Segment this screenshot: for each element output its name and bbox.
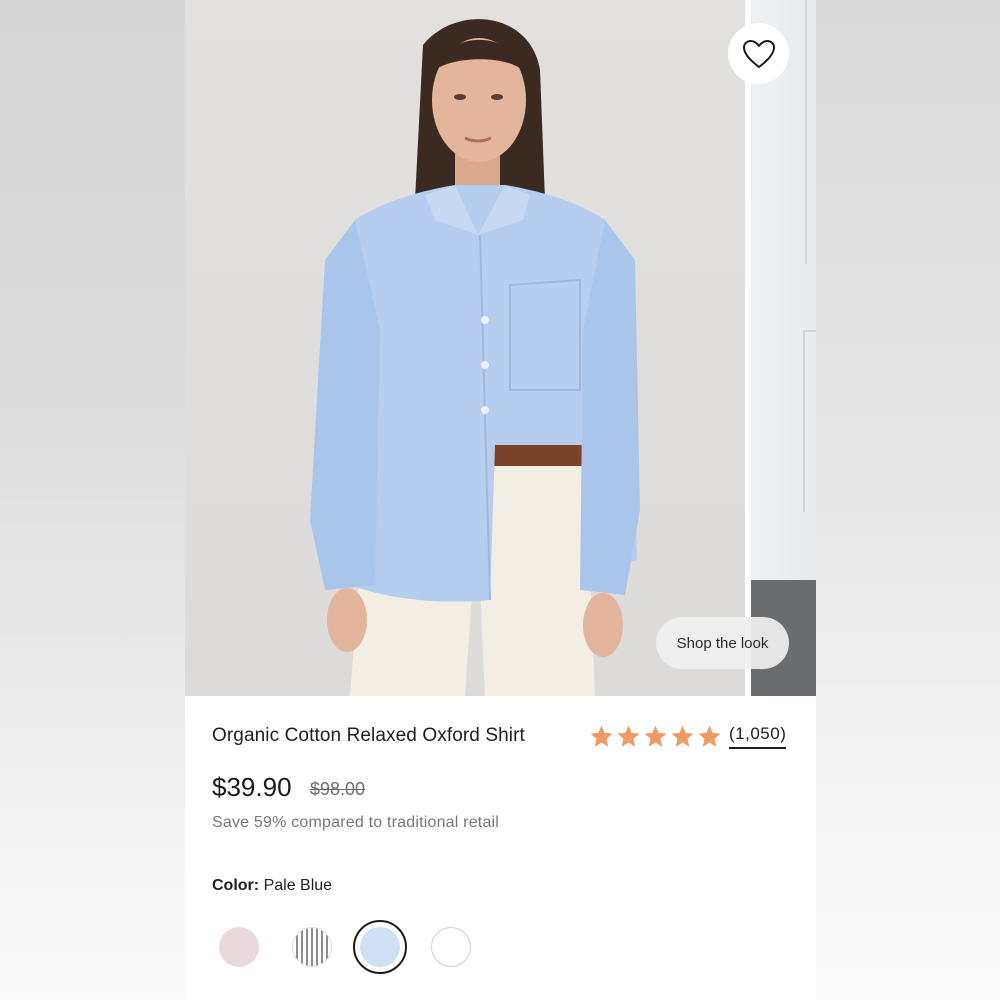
door-edge: [805, 0, 807, 264]
door-panel: [803, 330, 816, 512]
color-swatches: [219, 920, 519, 974]
star-icon: [698, 725, 721, 747]
background-blur-right: [816, 0, 1000, 1000]
review-count-link[interactable]: (1,050): [729, 724, 787, 749]
background-blur-left: [0, 0, 185, 1000]
savings-note: Save 59% compared to traditional retail: [212, 814, 500, 831]
star-icon: [671, 725, 694, 747]
color-value: Pale Blue: [263, 877, 333, 894]
model-photo: [310, 19, 640, 696]
color-selection-label: Color: Pale Blue: [212, 877, 332, 895]
product-image-main[interactable]: [185, 0, 745, 696]
white-swatch[interactable]: [431, 927, 471, 967]
heart-icon: [742, 39, 775, 68]
shop-the-look-button[interactable]: Shop the look: [656, 617, 789, 669]
pale-blue-swatch[interactable]: [360, 927, 400, 967]
original-price: $98.00: [310, 779, 366, 799]
star-icon: [590, 725, 613, 747]
star-rating: [589, 724, 722, 749]
color-label: Color:: [212, 877, 260, 894]
star-icon: [617, 725, 640, 747]
product-title: Organic Cotton Relaxed Oxford Shirt: [212, 725, 525, 746]
rating[interactable]: (1,050): [589, 724, 787, 749]
pink-swatch[interactable]: [219, 927, 259, 967]
sale-price: $39.90: [212, 772, 292, 802]
stripe-swatch[interactable]: [292, 927, 332, 967]
favorite-button[interactable]: [728, 23, 789, 84]
product-card: Shop the look Organic Cotton Relaxed Oxf…: [185, 0, 816, 1000]
product-image-next[interactable]: [751, 0, 816, 696]
star-icon: [644, 725, 667, 747]
